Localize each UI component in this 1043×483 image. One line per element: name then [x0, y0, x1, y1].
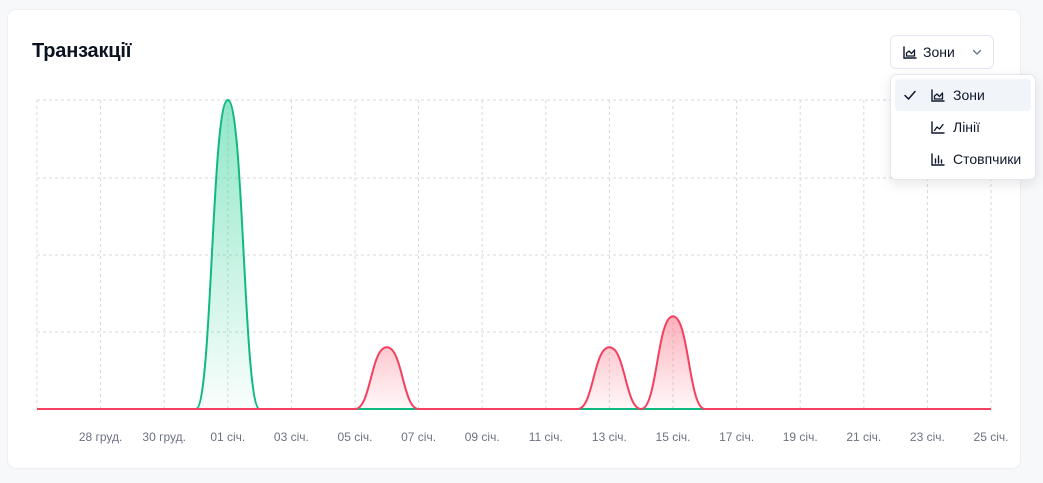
series-red-line	[37, 315, 991, 410]
x-tick-label: 09 січ.	[465, 430, 500, 444]
x-tick-label: 19 січ.	[783, 430, 818, 444]
x-tick-label: 11 січ.	[529, 430, 563, 444]
x-tick-label: 25 січ.	[974, 430, 1009, 444]
transactions-area-chart: 28 груд. 30 груд. 01 січ. 03 січ. 05 січ. 07 …	[36, 99, 1009, 444]
chart-type-menu: Зони Лінії Стовпчики	[890, 74, 1036, 180]
menu-item-label: Зони	[953, 87, 985, 103]
menu-item-areas[interactable]: Зони	[895, 79, 1031, 111]
x-tick-label: 13 січ.	[592, 430, 627, 444]
menu-item-bars[interactable]: Стовпчики	[895, 143, 1031, 175]
series-red-area	[37, 316, 991, 409]
x-tick-label: 17 січ.	[719, 430, 754, 444]
x-tick-label: 05 січ.	[338, 430, 373, 444]
x-tick-label: 03 січ.	[274, 430, 309, 444]
menu-item-label: Стовпчики	[953, 151, 1022, 167]
x-tick-label: 23 січ.	[910, 430, 945, 444]
menu-item-lines[interactable]: Лінії	[895, 111, 1031, 143]
menu-item-label: Лінії	[953, 119, 981, 135]
check-icon	[904, 90, 916, 100]
area-chart-icon	[931, 89, 945, 102]
bar-chart-icon	[931, 153, 945, 166]
x-tick-label: 01 січ.	[210, 430, 245, 444]
x-tick-label: 21 січ.	[846, 430, 881, 444]
line-chart-icon	[931, 121, 945, 134]
x-tick-label: 28 груд.	[79, 430, 123, 444]
x-tick-label: 30 груд.	[142, 430, 186, 444]
x-tick-label: 15 січ.	[656, 430, 691, 444]
x-tick-label: 07 січ.	[401, 430, 436, 444]
